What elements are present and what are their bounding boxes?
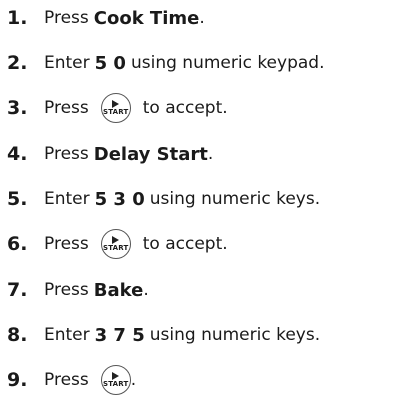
step-suffix: . bbox=[199, 8, 205, 28]
step-number: 6. bbox=[7, 233, 28, 255]
step-text: Press START to accept. bbox=[44, 229, 228, 259]
step-suffix: to accept. bbox=[142, 234, 228, 254]
step-suffix: using numeric keys. bbox=[149, 189, 321, 209]
start-button-icon: START bbox=[100, 365, 131, 395]
step-verb: Press bbox=[44, 98, 89, 118]
step-number: 4. bbox=[7, 143, 28, 165]
step-number: 1. bbox=[7, 7, 28, 29]
step-number: 8. bbox=[7, 324, 28, 346]
step-verb: Enter bbox=[44, 53, 90, 73]
play-icon bbox=[112, 100, 120, 108]
step-number: 3. bbox=[7, 97, 28, 119]
start-label: START bbox=[102, 380, 129, 388]
step-verb: Enter bbox=[44, 325, 90, 345]
play-icon bbox=[112, 372, 120, 380]
key-entry: 5 0 bbox=[94, 52, 126, 74]
step-verb: Press bbox=[44, 370, 89, 390]
step-verb: Press bbox=[44, 144, 89, 164]
step-text: Press Cook Time. bbox=[44, 8, 205, 29]
step-text: Enter 3 7 5 using numeric keys. bbox=[44, 325, 320, 346]
key-name: Cook Time bbox=[93, 7, 200, 29]
step-verb: Enter bbox=[44, 189, 90, 209]
step-suffix: . bbox=[143, 280, 149, 300]
step-verb: Press bbox=[44, 234, 89, 254]
instruction-steps: 1. Press Cook Time. 2. Enter 5 0 using n… bbox=[0, 0, 397, 407]
step-text: Enter 5 3 0 using numeric keys. bbox=[44, 189, 320, 210]
step-text: Press START . bbox=[44, 365, 136, 395]
step-suffix: to accept. bbox=[142, 98, 228, 118]
start-label: START bbox=[102, 108, 129, 116]
start-label: START bbox=[102, 244, 129, 252]
key-entry: 3 7 5 bbox=[94, 324, 145, 346]
step-text: Press Delay Start. bbox=[44, 144, 213, 165]
step-suffix: using numeric keys. bbox=[149, 325, 321, 345]
step-verb: Press bbox=[44, 8, 89, 28]
key-name: Delay Start bbox=[93, 143, 208, 165]
step-suffix: using numeric keypad. bbox=[130, 53, 325, 73]
step-text: Press START to accept. bbox=[44, 93, 228, 123]
step-suffix: . bbox=[207, 144, 214, 164]
step-number: 7. bbox=[7, 279, 28, 301]
step-suffix: . bbox=[130, 370, 137, 390]
step-text: Enter 5 0 using numeric keypad. bbox=[44, 53, 325, 74]
step-verb: Press bbox=[44, 280, 89, 300]
start-button-icon: START bbox=[100, 93, 131, 123]
key-name: Bake bbox=[93, 279, 144, 301]
play-icon bbox=[112, 236, 120, 244]
start-button-icon: START bbox=[100, 229, 131, 259]
step-text: Press Bake. bbox=[44, 280, 149, 301]
step-number: 9. bbox=[7, 369, 28, 391]
step-number: 5. bbox=[7, 188, 28, 210]
key-entry: 5 3 0 bbox=[94, 188, 145, 210]
step-number: 2. bbox=[7, 52, 28, 74]
